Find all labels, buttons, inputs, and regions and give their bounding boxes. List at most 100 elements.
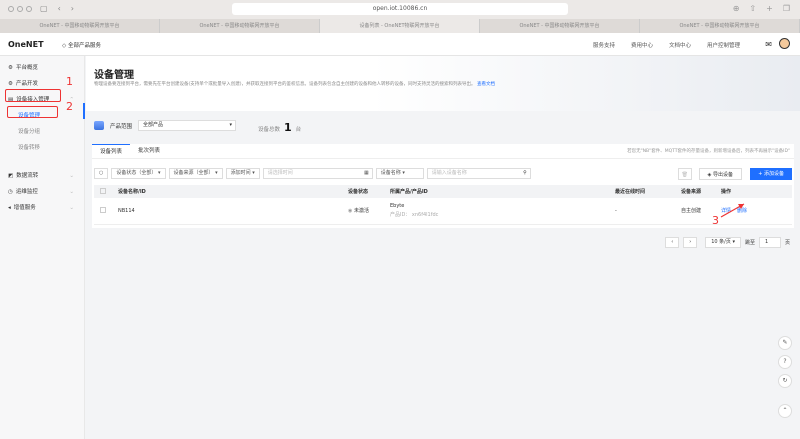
address-bar[interactable]: open.iot.10086.cn bbox=[232, 3, 568, 15]
time-filter[interactable]: 添加时间 ▾ bbox=[225, 168, 260, 179]
device-table: 设备名称/ID 设备状态 所属产品/产品ID 最近在线时间 设备来源 操作 NB… bbox=[94, 185, 792, 225]
sidebar-item-device-transfer[interactable]: 设备转移 bbox=[0, 140, 84, 156]
sidebar-item-monitoring[interactable]: ◷ 运维监控 ⌄ bbox=[0, 184, 84, 200]
sidebar-item-data-flow[interactable]: ◩ 数据流转 ⌄ bbox=[0, 168, 84, 184]
product-cell: Ebyte 产品ID： xn6f4l1fdc bbox=[390, 198, 615, 225]
tabs-icon[interactable]: ❐ bbox=[783, 4, 790, 13]
annotation-box-1 bbox=[5, 89, 61, 102]
new-tab-icon[interactable]: + bbox=[766, 4, 773, 13]
flow-icon: ◩ bbox=[8, 173, 14, 179]
next-page-button[interactable]: › bbox=[683, 237, 698, 248]
search-icon[interactable]: ⚲ bbox=[523, 169, 527, 178]
chevron-down-icon: ⌄ bbox=[69, 205, 74, 211]
all-products-label: 全部产品服务 bbox=[67, 43, 101, 49]
cube-icon bbox=[94, 121, 104, 130]
status-filter[interactable]: 设备状态（全部） ▾ bbox=[111, 168, 166, 179]
tab-device-list[interactable]: 设备列表 bbox=[92, 144, 130, 158]
add-device-button[interactable]: + 添加设备 bbox=[750, 168, 792, 180]
refresh-icon[interactable]: ↻ bbox=[778, 374, 792, 388]
nav-support[interactable]: 服务支持 bbox=[593, 41, 615, 49]
browser-tab-active[interactable]: 设备列表 - OneNET物联网开放平台 bbox=[320, 19, 480, 33]
sidebar-item-overview[interactable]: ⚙ 平台概览 bbox=[0, 60, 84, 76]
export-button[interactable]: ◈ 导出设备 bbox=[698, 168, 742, 180]
col-source: 设备来源 bbox=[681, 185, 721, 198]
tip-text: 若您无"NB"套件、MQTT套件的存量设备，则新增设备后，列表不再展示"设备ID… bbox=[627, 149, 790, 154]
calendar-icon[interactable]: ▦ bbox=[364, 169, 369, 178]
nav-billing[interactable]: 费用中心 bbox=[631, 41, 653, 49]
search-input[interactable]: 请输入设备名称 ⚲ bbox=[426, 168, 531, 179]
last-online: - bbox=[615, 198, 681, 225]
device-panel: 设备列表 批次列表 若您无"NB"套件、MQTT套件的存量设备，则新增设备后，列… bbox=[92, 144, 794, 228]
page-input[interactable]: 1 bbox=[758, 237, 781, 248]
label: 产品开发 bbox=[15, 81, 38, 87]
table-row: NB114 ◉ 未激活 Ebyte 产品ID： xn6f4l1fdc - 自主创建… bbox=[94, 198, 792, 225]
forward-icon[interactable]: › bbox=[71, 4, 74, 13]
page-size-label: 10 条/页 bbox=[711, 239, 731, 245]
col-status: 设备状态 bbox=[348, 185, 390, 198]
active-indicator bbox=[83, 103, 85, 119]
label: 平台概览 bbox=[15, 65, 38, 71]
annotation-number: 2 bbox=[66, 100, 73, 113]
product-scope-select[interactable]: 全部产品 bbox=[138, 120, 237, 131]
row-checkbox[interactable] bbox=[100, 206, 106, 213]
download-icon[interactable]: ⊕ bbox=[733, 4, 740, 13]
col-name: 设备名称/ID bbox=[118, 185, 348, 198]
browser-nav[interactable]: ▢ ‹ › bbox=[40, 4, 74, 13]
back-to-top-icon[interactable]: ⌃ bbox=[778, 404, 792, 418]
device-name: NB114 bbox=[118, 198, 348, 225]
edit-icon[interactable]: ✎ bbox=[778, 336, 792, 350]
chevron-down-icon: ⌄ bbox=[69, 173, 74, 179]
avatar[interactable] bbox=[779, 38, 790, 49]
export-label: 导出设备 bbox=[712, 172, 733, 178]
mail-icon[interactable]: ✉ bbox=[765, 40, 772, 49]
annotation-number: 1 bbox=[66, 75, 73, 88]
browser-tab[interactable]: OneNET - 中国移动物联网开放平台 bbox=[640, 19, 800, 33]
doc-link[interactable]: 查看文档 bbox=[477, 82, 495, 87]
pagination: ‹ › 10 条/页 ▾ 跳至 1 页 bbox=[665, 237, 790, 248]
nav-docs[interactable]: 文档中心 bbox=[669, 41, 691, 49]
logo[interactable]: OneNET bbox=[8, 40, 44, 49]
back-icon[interactable]: ‹ bbox=[58, 4, 61, 13]
status-text: 未激活 bbox=[353, 208, 369, 215]
delete-batch-icon[interactable]: 🗑 bbox=[677, 168, 692, 180]
share-icon[interactable]: ⇧ bbox=[749, 4, 756, 13]
time-filter-label: 添加时间 bbox=[230, 170, 251, 176]
product-scope: 产品范围 全部产品 bbox=[94, 120, 237, 131]
product-name: Ebyte bbox=[390, 203, 405, 210]
chevron-down-icon: ⌄ bbox=[69, 189, 74, 195]
time-input[interactable]: 请选择时间 ▦ bbox=[262, 168, 373, 179]
overview-icon: ⚙ bbox=[8, 65, 13, 71]
all-products-menu[interactable]: ◇ 全部产品服务 bbox=[62, 41, 101, 49]
page-size-select[interactable]: 10 条/页 ▾ bbox=[705, 237, 741, 248]
device-status: ◉ 未激活 bbox=[348, 198, 390, 225]
help-icon[interactable]: ? bbox=[778, 355, 792, 369]
page-description: 物理设备要连接到平台，需要先在平台创建设备(支持单个或批量导入创建)，并获取连接… bbox=[94, 81, 495, 87]
sidebar-item-device-group[interactable]: 设备分组 bbox=[0, 124, 84, 140]
nav-user-mgmt[interactable]: 用户控制管理 bbox=[707, 41, 740, 49]
name-type-select[interactable]: 设备名称 ▾ bbox=[375, 168, 424, 179]
page-title: 设备管理 bbox=[94, 70, 134, 81]
label: 设备转移 bbox=[18, 145, 41, 151]
browser-tab[interactable]: OneNET - 中国移动物联网开放平台 bbox=[0, 19, 160, 33]
refresh-button[interactable]: ○ bbox=[94, 168, 109, 179]
label: 增值服务 bbox=[13, 205, 36, 211]
prev-page-button[interactable]: ‹ bbox=[665, 237, 680, 248]
browser-chrome: ▢ ‹ › open.iot.10086.cn ⊕ ⇧ + ❐ OneNET - 中国移动… bbox=[0, 0, 800, 33]
browser-tab[interactable]: OneNET - 中国移动物联网开放平台 bbox=[160, 19, 320, 33]
status-filter-label: 设备状态（全部） bbox=[116, 170, 157, 176]
label: 设备分组 bbox=[18, 129, 41, 135]
top-nav: OneNET ◇ 全部产品服务 服务支持 费用中心 文档中心 用户控制管理 ✉ bbox=[0, 33, 800, 56]
source-filter[interactable]: 设备来源（全部） ▾ bbox=[168, 168, 223, 179]
browser-tab[interactable]: OneNET - 中国移动物联网开放平台 bbox=[480, 19, 640, 33]
tab-batch-list[interactable]: 批次列表 bbox=[130, 144, 168, 158]
select-all-checkbox[interactable] bbox=[100, 187, 106, 194]
sidebar-icon[interactable]: ▢ bbox=[40, 4, 48, 13]
page-header: 设备管理 物理设备要连接到平台，需要先在平台创建设备(支持单个或批量导入创建)，… bbox=[86, 56, 800, 111]
page-unit: 页 bbox=[784, 240, 790, 246]
window-controls[interactable] bbox=[8, 6, 32, 12]
sidebar-item-value-added[interactable]: ◂ 增值服务 ⌄ bbox=[0, 200, 84, 216]
desc-text: 物理设备要连接到平台，需要先在平台创建设备(支持单个或批量导入创建)，并获取连接… bbox=[94, 82, 476, 87]
total-value: 1 bbox=[284, 121, 292, 134]
megaphone-icon: ◂ bbox=[8, 205, 11, 211]
total-unit: 台 bbox=[295, 127, 302, 133]
